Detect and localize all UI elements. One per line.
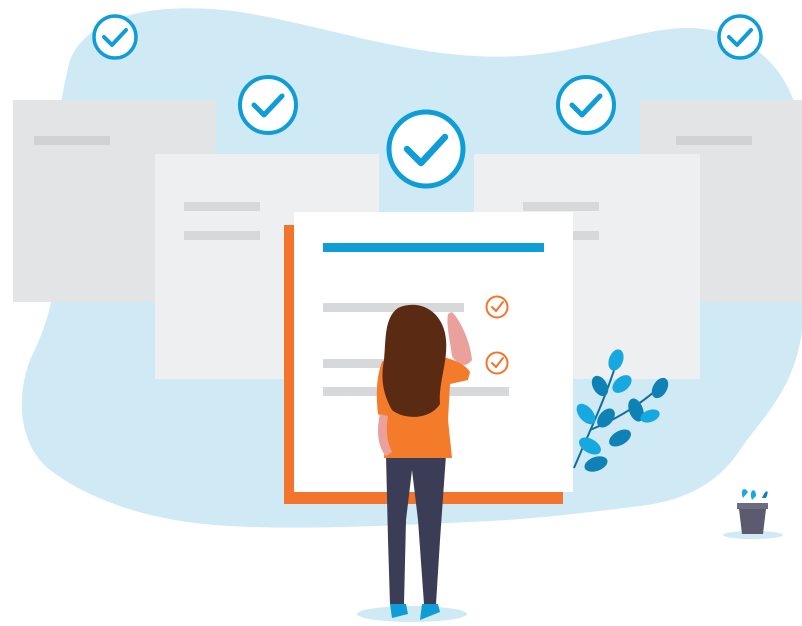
front-card (294, 212, 573, 492)
checklist-line (323, 387, 509, 396)
placeholder-line (184, 231, 260, 240)
checklist-line (323, 303, 464, 312)
placeholder-line (34, 136, 110, 145)
placeholder-line (676, 136, 752, 145)
illustration-scene (0, 0, 802, 626)
center-strip (381, 150, 474, 216)
checklist-line (323, 359, 444, 368)
placeholder-line (184, 202, 260, 211)
card-header-bar (323, 243, 544, 252)
placeholder-line (523, 202, 599, 211)
